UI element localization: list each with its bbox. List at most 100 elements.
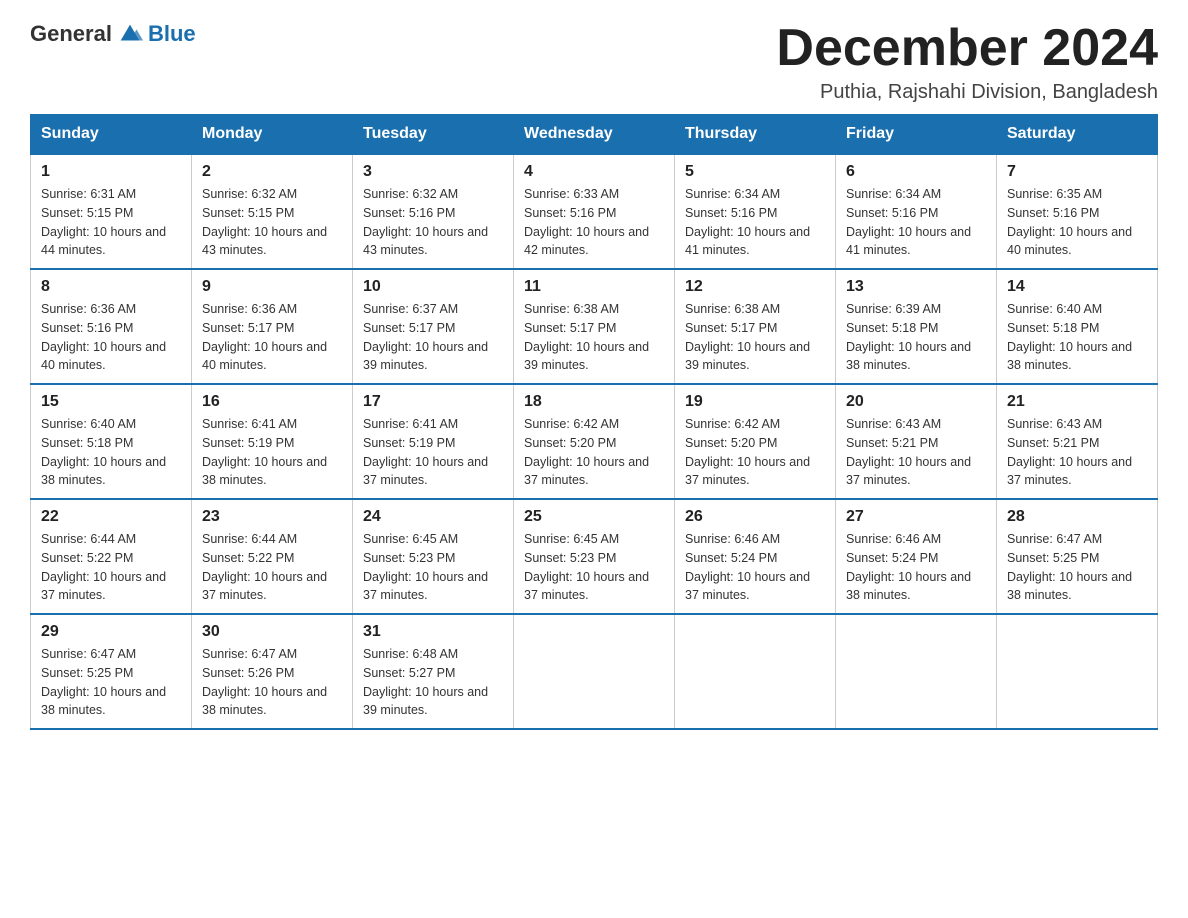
calendar-cell: 21 Sunrise: 6:43 AMSunset: 5:21 PMDayligh… (997, 384, 1158, 499)
day-number: 20 (846, 393, 986, 411)
day-info: Sunrise: 6:44 AMSunset: 5:22 PMDaylight:… (41, 530, 181, 605)
calendar-week-row: 22Sunrise: 6:44 AMSunset: 5:22 PMDayligh… (31, 499, 1158, 614)
calendar-cell: 7 Sunrise: 6:35 AMSunset: 5:16 PMDaylight… (997, 154, 1158, 269)
calendar-cell: 8 Sunrise: 6:36 AMSunset: 5:16 PMDaylight… (31, 269, 192, 384)
calendar-cell: 9 Sunrise: 6:36 AMSunset: 5:17 PMDaylight… (192, 269, 353, 384)
day-info: Sunrise: 6:41 AMSunset: 5:19 PMDaylight:… (363, 415, 503, 490)
calendar-cell: 14 Sunrise: 6:40 AMSunset: 5:18 PMDayligh… (997, 269, 1158, 384)
calendar-cell: 18Sunrise: 6:42 AMSunset: 5:20 PMDayligh… (514, 384, 675, 499)
day-info: Sunrise: 6:32 AMSunset: 5:15 PMDaylight:… (202, 185, 342, 260)
col-header-thursday: Thursday (675, 115, 836, 155)
day-info: Sunrise: 6:43 AMSunset: 5:21 PMDaylight:… (1007, 415, 1147, 490)
col-header-wednesday: Wednesday (514, 115, 675, 155)
calendar-cell: 28 Sunrise: 6:47 AMSunset: 5:25 PMDayligh… (997, 499, 1158, 614)
calendar-cell (514, 614, 675, 729)
day-number: 25 (524, 508, 664, 526)
col-header-tuesday: Tuesday (353, 115, 514, 155)
calendar-cell: 16 Sunrise: 6:41 AMSunset: 5:19 PMDayligh… (192, 384, 353, 499)
day-number: 11 (524, 278, 664, 296)
day-info: Sunrise: 6:41 AMSunset: 5:19 PMDaylight:… (202, 415, 342, 490)
calendar-cell: 25 Sunrise: 6:45 AMSunset: 5:23 PMDayligh… (514, 499, 675, 614)
day-info: Sunrise: 6:43 AMSunset: 5:21 PMDaylight:… (846, 415, 986, 490)
calendar-week-row: 8 Sunrise: 6:36 AMSunset: 5:16 PMDaylight… (31, 269, 1158, 384)
day-number: 6 (846, 163, 986, 181)
page-header: General Blue December 2024 Puthia, Rajsh… (30, 20, 1158, 104)
calendar-cell: 29 Sunrise: 6:47 AMSunset: 5:25 PMDayligh… (31, 614, 192, 729)
calendar-week-row: 29 Sunrise: 6:47 AMSunset: 5:25 PMDayligh… (31, 614, 1158, 729)
day-info: Sunrise: 6:33 AMSunset: 5:16 PMDaylight:… (524, 185, 664, 260)
calendar-table: SundayMondayTuesdayWednesdayThursdayFrid… (30, 114, 1158, 730)
day-info: Sunrise: 6:44 AMSunset: 5:22 PMDaylight:… (202, 530, 342, 605)
day-info: Sunrise: 6:36 AMSunset: 5:17 PMDaylight:… (202, 300, 342, 375)
calendar-cell (997, 614, 1158, 729)
calendar-cell: 31 Sunrise: 6:48 AMSunset: 5:27 PMDayligh… (353, 614, 514, 729)
day-number: 17 (363, 393, 503, 411)
logo-icon (116, 20, 144, 48)
day-number: 19 (685, 393, 825, 411)
col-header-monday: Monday (192, 115, 353, 155)
day-number: 29 (41, 623, 181, 641)
day-number: 30 (202, 623, 342, 641)
day-info: Sunrise: 6:35 AMSunset: 5:16 PMDaylight:… (1007, 185, 1147, 260)
day-info: Sunrise: 6:42 AMSunset: 5:20 PMDaylight:… (685, 415, 825, 490)
day-info: Sunrise: 6:47 AMSunset: 5:25 PMDaylight:… (41, 645, 181, 720)
day-number: 16 (202, 393, 342, 411)
day-number: 23 (202, 508, 342, 526)
calendar-cell: 10 Sunrise: 6:37 AMSunset: 5:17 PMDayligh… (353, 269, 514, 384)
day-info: Sunrise: 6:34 AMSunset: 5:16 PMDaylight:… (846, 185, 986, 260)
day-number: 7 (1007, 163, 1147, 181)
day-number: 2 (202, 163, 342, 181)
calendar-cell: 24 Sunrise: 6:45 AMSunset: 5:23 PMDayligh… (353, 499, 514, 614)
calendar-cell: 30Sunrise: 6:47 AMSunset: 5:26 PMDayligh… (192, 614, 353, 729)
calendar-cell: 5Sunrise: 6:34 AMSunset: 5:16 PMDaylight… (675, 154, 836, 269)
day-info: Sunrise: 6:47 AMSunset: 5:25 PMDaylight:… (1007, 530, 1147, 605)
day-number: 24 (363, 508, 503, 526)
day-info: Sunrise: 6:37 AMSunset: 5:17 PMDaylight:… (363, 300, 503, 375)
col-header-sunday: Sunday (31, 115, 192, 155)
day-info: Sunrise: 6:34 AMSunset: 5:16 PMDaylight:… (685, 185, 825, 260)
day-info: Sunrise: 6:46 AMSunset: 5:24 PMDaylight:… (846, 530, 986, 605)
calendar-cell: 12Sunrise: 6:38 AMSunset: 5:17 PMDayligh… (675, 269, 836, 384)
calendar-cell: 26Sunrise: 6:46 AMSunset: 5:24 PMDayligh… (675, 499, 836, 614)
day-info: Sunrise: 6:39 AMSunset: 5:18 PMDaylight:… (846, 300, 986, 375)
day-number: 8 (41, 278, 181, 296)
day-info: Sunrise: 6:32 AMSunset: 5:16 PMDaylight:… (363, 185, 503, 260)
calendar-cell (836, 614, 997, 729)
logo: General Blue (30, 20, 196, 48)
calendar-cell: 13 Sunrise: 6:39 AMSunset: 5:18 PMDayligh… (836, 269, 997, 384)
day-info: Sunrise: 6:40 AMSunset: 5:18 PMDaylight:… (1007, 300, 1147, 375)
day-number: 9 (202, 278, 342, 296)
day-number: 26 (685, 508, 825, 526)
logo-blue: Blue (148, 21, 196, 47)
day-number: 13 (846, 278, 986, 296)
day-number: 1 (41, 163, 181, 181)
day-number: 3 (363, 163, 503, 181)
day-number: 14 (1007, 278, 1147, 296)
calendar-cell (675, 614, 836, 729)
day-number: 27 (846, 508, 986, 526)
day-info: Sunrise: 6:48 AMSunset: 5:27 PMDaylight:… (363, 645, 503, 720)
calendar-cell: 4Sunrise: 6:33 AMSunset: 5:16 PMDaylight… (514, 154, 675, 269)
day-number: 31 (363, 623, 503, 641)
day-info: Sunrise: 6:45 AMSunset: 5:23 PMDaylight:… (363, 530, 503, 605)
day-info: Sunrise: 6:45 AMSunset: 5:23 PMDaylight:… (524, 530, 664, 605)
day-info: Sunrise: 6:38 AMSunset: 5:17 PMDaylight:… (685, 300, 825, 375)
calendar-cell: 17 Sunrise: 6:41 AMSunset: 5:19 PMDayligh… (353, 384, 514, 499)
day-info: Sunrise: 6:38 AMSunset: 5:17 PMDaylight:… (524, 300, 664, 375)
logo-general: General (30, 21, 112, 47)
day-info: Sunrise: 6:36 AMSunset: 5:16 PMDaylight:… (41, 300, 181, 375)
day-number: 10 (363, 278, 503, 296)
col-header-saturday: Saturday (997, 115, 1158, 155)
day-info: Sunrise: 6:31 AMSunset: 5:15 PMDaylight:… (41, 185, 181, 260)
day-info: Sunrise: 6:42 AMSunset: 5:20 PMDaylight:… (524, 415, 664, 490)
calendar-cell: 11 Sunrise: 6:38 AMSunset: 5:17 PMDayligh… (514, 269, 675, 384)
calendar-cell: 27 Sunrise: 6:46 AMSunset: 5:24 PMDayligh… (836, 499, 997, 614)
calendar-cell: 3 Sunrise: 6:32 AMSunset: 5:16 PMDaylight… (353, 154, 514, 269)
title-section: December 2024 Puthia, Rajshahi Division,… (776, 20, 1158, 104)
day-number: 28 (1007, 508, 1147, 526)
calendar-cell: 19 Sunrise: 6:42 AMSunset: 5:20 PMDayligh… (675, 384, 836, 499)
calendar-week-row: 15Sunrise: 6:40 AMSunset: 5:18 PMDayligh… (31, 384, 1158, 499)
calendar-cell: 1 Sunrise: 6:31 AMSunset: 5:15 PMDaylight… (31, 154, 192, 269)
day-number: 21 (1007, 393, 1147, 411)
calendar-cell: 23 Sunrise: 6:44 AMSunset: 5:22 PMDayligh… (192, 499, 353, 614)
